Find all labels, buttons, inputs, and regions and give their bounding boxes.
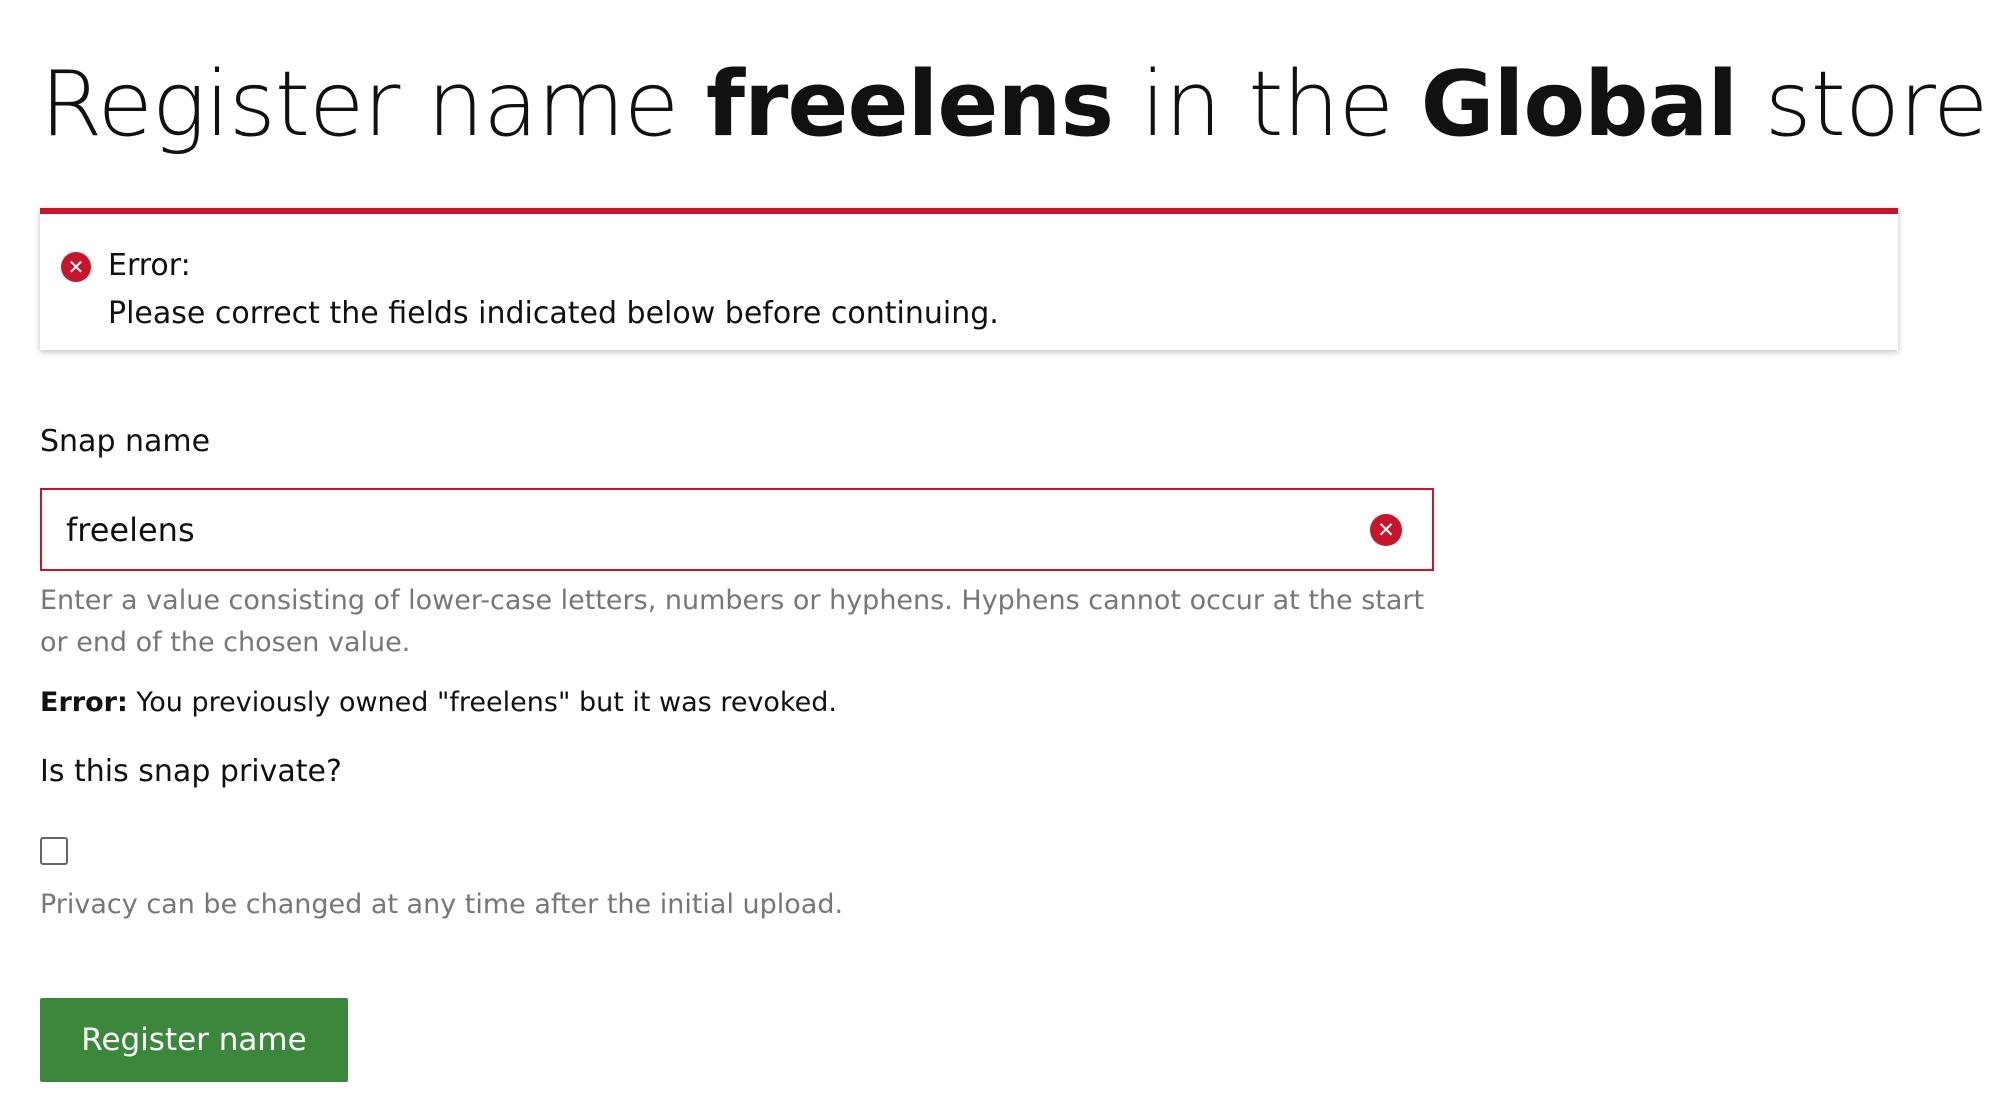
title-store-name: Global xyxy=(1420,52,1739,157)
notification-message: Please correct the fields indicated belo… xyxy=(108,296,999,331)
register-name-page: Register name freelens in the Global sto… xyxy=(0,0,1990,1112)
register-name-button[interactable]: Register name xyxy=(40,998,348,1082)
snap-name-label: Snap name xyxy=(40,424,211,459)
snap-name-help-text: Enter a value consisting of lower-case l… xyxy=(40,585,1425,658)
snap-name-field: ✕ xyxy=(40,488,1434,571)
error-message: You previously owned "freelens" but it w… xyxy=(127,687,837,718)
error-prefix: Error: xyxy=(40,687,128,718)
privacy-help-text: Privacy can be changed at any time after… xyxy=(40,889,844,920)
page-title: Register name freelens in the Global sto… xyxy=(40,40,1989,170)
error-circle-icon: ✕ xyxy=(1370,514,1402,546)
notification-title: Error: xyxy=(108,248,191,283)
title-middle: in the xyxy=(1113,52,1421,157)
snap-name-error: Error: You previously owned "freelens" b… xyxy=(40,682,837,724)
error-notification: ✕ Error: Please correct the fields indic… xyxy=(40,208,1898,350)
title-suffix: store xyxy=(1737,52,1989,157)
private-label: Is this snap private? xyxy=(40,754,342,789)
title-snap-name: freelens xyxy=(705,52,1114,157)
title-prefix: Register name xyxy=(40,52,706,157)
snap-name-input[interactable] xyxy=(42,490,1342,569)
private-checkbox[interactable] xyxy=(40,837,68,865)
error-circle-icon: ✕ xyxy=(61,252,91,282)
